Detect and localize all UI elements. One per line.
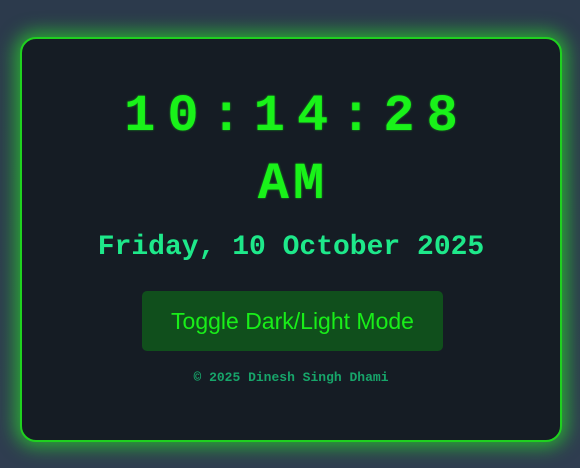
date-display: Friday, 10 October 2025 xyxy=(97,232,485,263)
clock-card: 10:14:28 AM Friday, 10 October 2025 Togg… xyxy=(20,37,562,442)
time-value: 10:14:28 xyxy=(124,87,470,146)
toggle-theme-button[interactable]: Toggle Dark/Light Mode xyxy=(142,291,443,351)
time-period: AM xyxy=(257,155,329,214)
footer-copyright: © 2025 Dinesh Singh Dhami xyxy=(193,370,389,385)
time-display: 10:14:28 AM xyxy=(22,83,560,219)
